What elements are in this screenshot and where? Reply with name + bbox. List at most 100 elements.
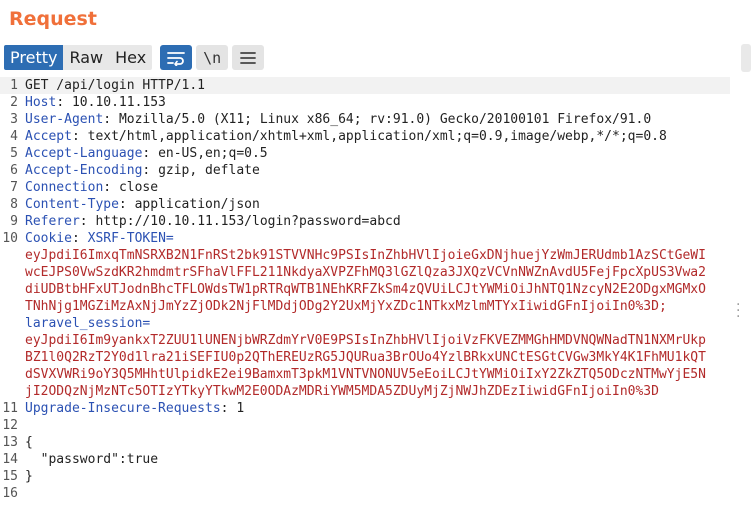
line-text: eyJpdiI6Im9yankxT2ZUU1lUNENjbWRZdmYrV0E9… bbox=[25, 332, 706, 349]
line-number: 16 bbox=[2, 486, 18, 501]
cookie-value: eyJpdiI6Im9yankxT2ZUU1lUNENjbWRZdmYrV0E9… bbox=[25, 333, 706, 348]
header-value: close bbox=[118, 180, 159, 195]
header-name: Referer bbox=[25, 214, 80, 229]
code-line: eyJpdiI6Im9yankxT2ZUU1lUNENjbWRZdmYrV0E9… bbox=[0, 332, 730, 349]
header-name: Upgrade-Insecure-Requests bbox=[25, 401, 221, 416]
header-name: Accept-Encoding bbox=[25, 163, 143, 178]
code-line: 14 "password":true bbox=[0, 451, 730, 468]
line-text: eyJpdiI6ImxqTmNSRXB2N1FnRSt2bk91STVVNHc9… bbox=[25, 247, 706, 264]
line-number: 3 bbox=[10, 112, 18, 127]
code-line: 7 Connection: close bbox=[0, 179, 730, 196]
panel-title: Request bbox=[9, 8, 97, 30]
line-number: 2 bbox=[10, 95, 18, 110]
header-name: Content-Type bbox=[25, 197, 119, 212]
header-value: en-US,en;q=0.5 bbox=[158, 146, 268, 161]
header-name: Cookie bbox=[25, 231, 72, 246]
line-number: 8 bbox=[10, 197, 18, 212]
code-line: dSVXVWRi9oY3Q5MHhtUlpidkE2ei9BamxmT3pkM1… bbox=[0, 366, 730, 383]
show-newlines-button[interactable]: \n bbox=[196, 45, 229, 70]
code-line: 13 { bbox=[0, 434, 730, 451]
code-line: laravel_session= bbox=[0, 315, 730, 332]
vertical-scrollbar[interactable] bbox=[741, 44, 751, 72]
cookie-name: laravel_session= bbox=[25, 316, 151, 331]
cookie-value: wcEJPS0VwSzdKR2hmdmtrSFhaVlFFL211NkdyaXV… bbox=[25, 265, 706, 280]
menu-button[interactable] bbox=[232, 45, 265, 70]
code-line: 4 Accept: text/html,application/xhtml+xml… bbox=[0, 128, 730, 145]
line-text: Accept-Encoding: gzip, deflate bbox=[25, 163, 260, 178]
code-line: 2 Host: 10.10.11.153 bbox=[0, 94, 730, 111]
cookie-value: eyJpdiI6ImxqTmNSRXB2N1FnRSt2bk91STVVNHc9… bbox=[25, 248, 706, 263]
newline-icon: \n bbox=[203, 48, 222, 67]
body-text: "password":true bbox=[25, 452, 159, 467]
header-name: Host bbox=[25, 95, 57, 110]
line-number: 1 bbox=[10, 78, 18, 93]
line-text: Accept-Language: en-US,en;q=0.5 bbox=[25, 146, 268, 161]
line-text: { bbox=[25, 434, 33, 451]
code-line: 5 Accept-Language: en-US,en;q=0.5 bbox=[0, 145, 730, 162]
line-text: Host: 10.10.11.153 bbox=[25, 95, 166, 110]
header-value: gzip, deflate bbox=[158, 163, 260, 178]
line-text: Accept: text/html,application/xhtml+xml,… bbox=[25, 129, 667, 144]
cookie-value: TNhNjg1MGZiMzAxNjJmYzZjODk2NjFlMDdjODg2Y… bbox=[25, 299, 667, 314]
code-line: 9 Referer: http://10.10.11.153/login?pass… bbox=[0, 213, 730, 230]
line-text: laravel_session= bbox=[25, 315, 150, 332]
line-number: 7 bbox=[10, 180, 18, 195]
line-number: 13 bbox=[2, 435, 18, 450]
code-line: 8 Content-Type: application/json bbox=[0, 196, 730, 213]
cookie-value: dSVXVWRi9oY3Q5MHhtUlpidkE2ei9BamxmT3pkM1… bbox=[25, 367, 706, 382]
line-text: Content-Type: application/json bbox=[25, 197, 260, 212]
panel-resize-handle[interactable]: · · · bbox=[736, 298, 740, 324]
view-toolbar: Pretty Raw Hex \n bbox=[4, 45, 265, 70]
hamburger-menu-icon bbox=[240, 51, 257, 64]
header-value: Mozilla/5.0 (X11; Linux x86_64; rv:91.0)… bbox=[118, 112, 652, 127]
code-line: BZ1l0Q2RzT2Y0d1lra21iSEFIU0p2QThEREUzRG5… bbox=[0, 349, 730, 366]
code-line: wcEJPS0VwSzdKR2hmdmtrSFhaVlFFL211NkdyaXV… bbox=[0, 264, 730, 281]
header-name: Accept bbox=[25, 129, 72, 144]
code-line: 10 Cookie: XSRF-TOKEN= bbox=[0, 230, 730, 247]
code-line: eyJpdiI6ImxqTmNSRXB2N1FnRSt2bk91STVVNHc9… bbox=[0, 247, 730, 264]
code-line: 15} bbox=[0, 468, 730, 485]
request-editor[interactable]: 1 GET /api/login HTTP/1.1 2 Host: 10.10.11… bbox=[0, 77, 730, 502]
line-number: 15 bbox=[2, 469, 18, 484]
header-value: http://10.10.11.153/login?password=abcd bbox=[95, 214, 401, 229]
header-name: Accept-Language bbox=[25, 146, 143, 161]
header-value: text/html,application/xhtml+xml,applicat… bbox=[87, 129, 667, 144]
code-line: 12 bbox=[0, 417, 730, 434]
line-text: Referer: http://10.10.11.153/login?passw… bbox=[25, 214, 401, 229]
line-text: Cookie: XSRF-TOKEN= bbox=[25, 231, 174, 246]
line-text: diUDBtbHFxUTJodnBhcTFLOWdsTW1pRTRqWTB1NE… bbox=[25, 281, 706, 298]
line-text: } bbox=[25, 468, 33, 485]
code-line: 16 bbox=[0, 485, 730, 502]
cookie-value: jI2ODQzNjMzNTc5OTIzYTkyYTkwM2E0ODAzMDRiY… bbox=[25, 384, 659, 399]
line-number: 11 bbox=[2, 401, 18, 416]
line-text: wcEJPS0VwSzdKR2hmdmtrSFhaVlFFL211NkdyaXV… bbox=[25, 264, 706, 281]
body-text: } bbox=[25, 469, 33, 484]
cookie-value: BZ1l0Q2RzT2Y0d1lra21iSEFIU0p2QThEREUzRG5… bbox=[25, 350, 706, 365]
line-text: "password":true bbox=[25, 451, 158, 468]
header-value: 10.10.11.153 bbox=[71, 95, 166, 110]
request-line: GET /api/login HTTP/1.1 bbox=[25, 78, 206, 93]
tab-hex[interactable]: Hex bbox=[109, 45, 153, 70]
wrap-lines-button[interactable] bbox=[160, 45, 193, 70]
cookie-name: XSRF-TOKEN= bbox=[87, 231, 174, 246]
line-number: 5 bbox=[10, 146, 18, 161]
tab-pretty[interactable]: Pretty bbox=[4, 45, 64, 70]
line-number: 4 bbox=[10, 129, 18, 144]
line-text: GET /api/login HTTP/1.1 bbox=[25, 77, 205, 94]
line-text: Upgrade-Insecure-Requests: 1 bbox=[25, 401, 245, 416]
line-text: BZ1l0Q2RzT2Y0d1lra21iSEFIU0p2QThEREUzRG5… bbox=[25, 349, 706, 366]
body-text: { bbox=[25, 435, 33, 450]
header-value: 1 bbox=[236, 401, 245, 416]
wrap-lines-icon bbox=[167, 51, 186, 66]
header-value: application/json bbox=[134, 197, 260, 212]
code-line: 3 User-Agent: Mozilla/5.0 (X11; Linux x86… bbox=[0, 111, 730, 128]
tab-raw[interactable]: Raw bbox=[63, 45, 110, 70]
line-text: User-Agent: Mozilla/5.0 (X11; Linux x86_… bbox=[25, 112, 652, 127]
line-text: TNhNjg1MGZiMzAxNjJmYzZjODk2NjFlMDdjODg2Y… bbox=[25, 298, 667, 315]
header-name: User-Agent bbox=[25, 112, 104, 127]
line-text: dSVXVWRi9oY3Q5MHhtUlpidkE2ei9BamxmT3pkM1… bbox=[25, 366, 706, 383]
line-number: 14 bbox=[2, 452, 18, 467]
line-number: 9 bbox=[10, 214, 18, 229]
line-number: 10 bbox=[2, 231, 18, 246]
line-number: 6 bbox=[10, 163, 18, 178]
